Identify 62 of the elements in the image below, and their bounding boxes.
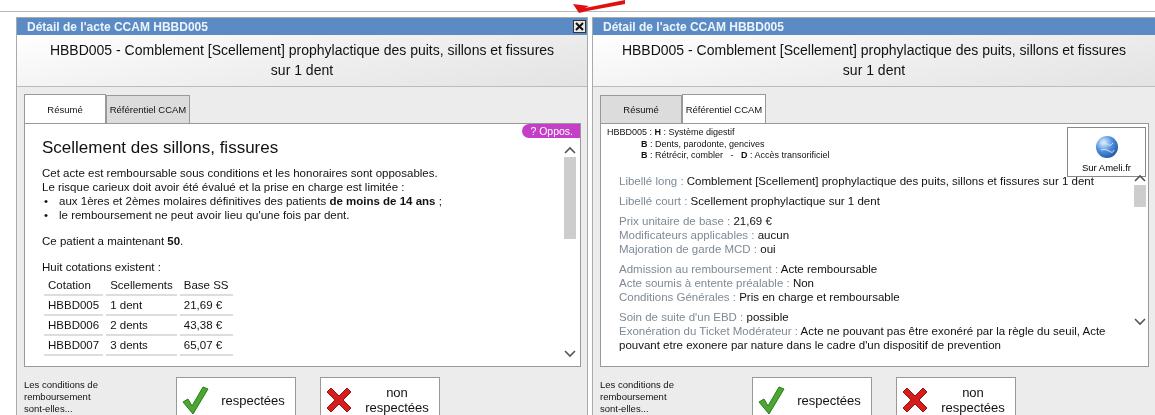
not-respected-button[interactable]: non respectées: [896, 377, 1016, 415]
bullet-marker: •: [44, 208, 50, 222]
table-cell: 2 dents: [106, 316, 177, 336]
field-line: Prix unitaire de base : 21,69 €: [619, 213, 773, 228]
field-line: Majoration de garde MCD : oui: [619, 241, 777, 256]
tab[interactable]: Résumé: [600, 95, 682, 123]
table-cell: HBBD007: [44, 336, 104, 356]
column-header: Scellements: [106, 276, 177, 296]
field-line: Modificateurs applicables : aucun: [619, 227, 791, 242]
hierarchy-line: B : Rétrécir, combler - D : Accès transorificiel: [640, 150, 831, 162]
scroll-up-icon[interactable]: [1134, 174, 1146, 182]
close-button[interactable]: [573, 20, 586, 33]
scroll-down-icon[interactable]: [1134, 318, 1146, 326]
table-cell: 3 dents: [106, 336, 177, 356]
footer-question: Les conditions de remboursement sont-elles...: [600, 379, 675, 415]
table-cell: HBBD006: [44, 316, 104, 336]
not-respected-button[interactable]: non respectées: [320, 377, 440, 415]
checkmark-icon: [181, 385, 209, 415]
table-cell: 1 dent: [106, 296, 177, 316]
table-cell: 43,38 €: [179, 316, 233, 336]
tab[interactable]: Résumé: [24, 94, 106, 124]
hierarchy-line: B : Dents, parodonte, gencives: [640, 138, 766, 150]
table-cell: HBBD005: [44, 296, 104, 316]
checkmark-icon: [757, 385, 785, 415]
cross-icon: [901, 386, 929, 414]
close-icon: [575, 22, 584, 31]
field-line: Libellé court : Scellement prophylactique sur 1 dent: [619, 193, 881, 208]
ameli-link-button[interactable]: Sur Ameli.fr: [1067, 127, 1146, 177]
table-cell: 65,07 €: [179, 336, 233, 356]
summary-text: Cet acte est remboursable sous conditions et les honoraires sont opposables.: [42, 166, 439, 180]
field-line: Conditions Générales : Pris en charge et remboursable: [619, 289, 901, 304]
respected-button[interactable]: respectées: [176, 377, 296, 415]
tab[interactable]: Référentiel CCAM: [106, 95, 190, 123]
field-line: Soin de suite d'un EBD : possible: [619, 309, 790, 324]
condition-item: aux 1ères et 2èmes molaires définitives des patients de moins de 14 ans ;: [59, 194, 442, 208]
act-heading: HBBD005 - Comblement [Scellement] prophylactique des puits, sillons et fissures sur 1 dent: [593, 35, 1155, 87]
scrollbar-thumb[interactable]: [1134, 185, 1146, 207]
dialog-title: Détail de l'acte CCAM HBBD005: [603, 19, 784, 34]
patient-note: Ce patient a maintenant 50.: [42, 234, 185, 248]
scroll-down-icon[interactable]: [564, 350, 576, 358]
scrollbar-thumb[interactable]: [564, 157, 576, 239]
cross-icon: [325, 386, 353, 414]
footer-question: Les conditions de remboursement sont-elles...: [24, 379, 99, 415]
column-header: Cotation: [44, 276, 104, 296]
opposable-badge[interactable]: ? Oppos.: [522, 124, 580, 138]
hierarchy-line: HBBD005 : H : Système digestif: [607, 127, 736, 139]
globe-icon: [1094, 135, 1119, 159]
table-cell: 21,69 €: [179, 296, 233, 316]
field-line: Admission au remboursement : Acte remboursable: [619, 261, 879, 276]
condition-item: le remboursement ne peut avoir lieu qu'une fois par dent.: [59, 208, 350, 222]
dialog-title: Détail de l'acte CCAM HBBD005: [27, 19, 208, 34]
respected-button[interactable]: respectées: [752, 377, 872, 415]
bullet-marker: •: [44, 194, 50, 208]
field-line: Exonération du Ticket Modérateur : Acte ne pouvant pas être exonéré par la règle du seuil, Acte pouvant etre exonere par nature dans le cadre d'un dispositif de prevention: [619, 323, 1107, 352]
act-heading: HBBD005 - Comblement [Scellement] prophylactique des puits, sillons et fissures sur 1 dent: [17, 35, 587, 87]
column-header: Base SS: [179, 276, 233, 296]
field-line: Acte soumis à entente préalable : Non: [619, 275, 815, 290]
cotations-intro: Huit cotations existent :: [42, 260, 162, 274]
tab[interactable]: Référentiel CCAM: [682, 94, 766, 124]
summary-text: Le risque carieux doit avoir été évalué et la prise en charge est limitée :: [42, 180, 406, 194]
scroll-up-icon[interactable]: [564, 146, 576, 154]
summary-title: Scellement des sillons, fissures: [42, 138, 280, 158]
